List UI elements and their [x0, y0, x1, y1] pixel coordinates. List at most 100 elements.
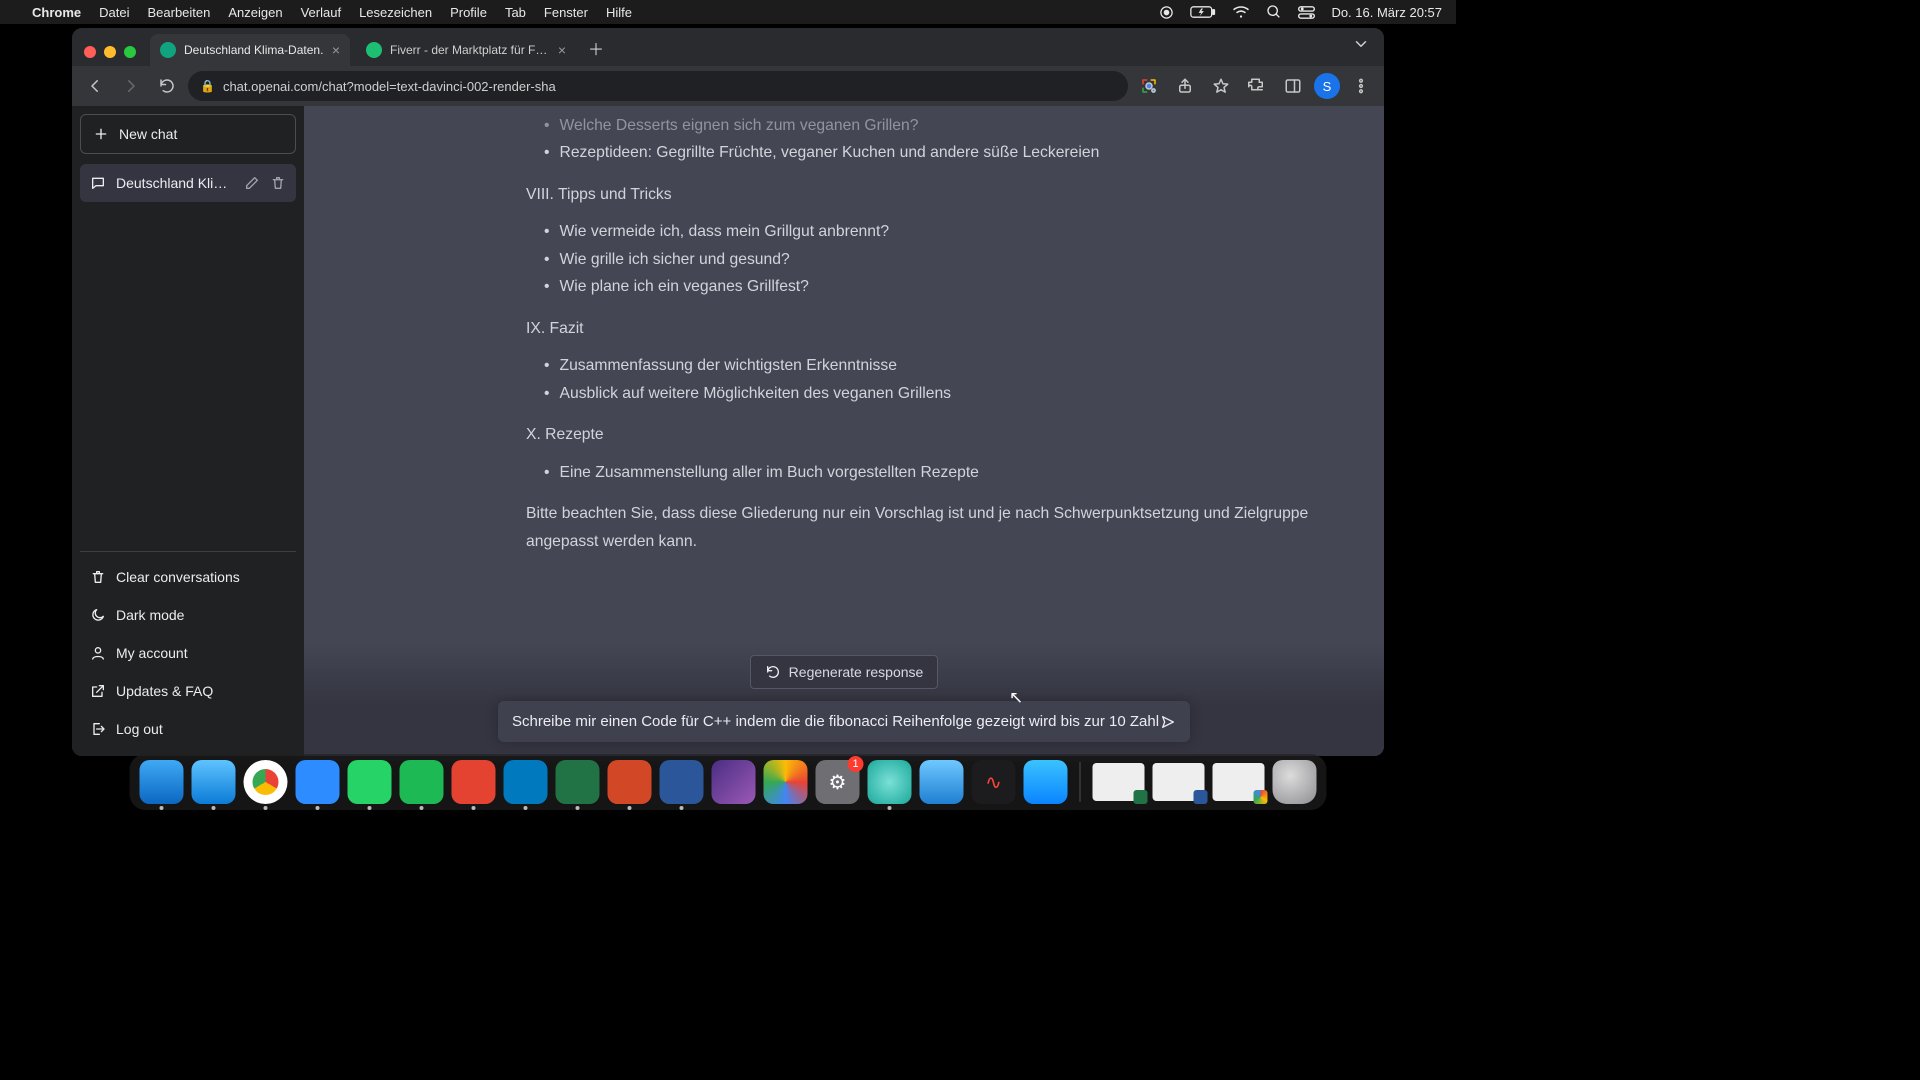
spotlight-icon[interactable]: [1266, 4, 1282, 20]
dock-trello-icon[interactable]: [504, 760, 548, 804]
menubar-item[interactable]: Verlauf: [301, 5, 341, 20]
menubar-item[interactable]: Fenster: [544, 5, 588, 20]
chat-icon: [90, 175, 106, 191]
conversation-item[interactable]: Deutschland Klima-Da: [80, 164, 296, 202]
dock-zoom-icon[interactable]: [296, 760, 340, 804]
logout-icon: [90, 721, 106, 737]
dock-excel-icon[interactable]: [556, 760, 600, 804]
close-tab-icon[interactable]: ×: [558, 42, 566, 58]
edit-icon[interactable]: [244, 175, 260, 191]
address-bar[interactable]: 🔒 chat.openai.com/chat?model=text-davinc…: [188, 71, 1128, 101]
forward-button[interactable]: [116, 71, 146, 101]
tab-strip: Deutschland Klima-Daten. × Fiverr - der …: [72, 28, 1384, 66]
dock-settings-icon[interactable]: 1⚙: [816, 760, 860, 804]
profile-avatar[interactable]: S: [1314, 73, 1340, 99]
dock-whatsapp-icon[interactable]: [348, 760, 392, 804]
dock-minimized-window[interactable]: [1093, 763, 1145, 801]
trash-icon[interactable]: [270, 175, 286, 191]
reload-button[interactable]: [152, 71, 182, 101]
fiverr-favicon-icon: [366, 42, 382, 58]
chrome-window: Deutschland Klima-Daten. × Fiverr - der …: [72, 28, 1384, 756]
menubar-item[interactable]: Tab: [505, 5, 526, 20]
dock-powerpoint-icon[interactable]: [608, 760, 652, 804]
share-button[interactable]: [1170, 71, 1200, 101]
prompt-input[interactable]: Schreibe mir einen Code für C++ indem di…: [512, 713, 1160, 730]
regenerate-label: Regenerate response: [789, 664, 924, 680]
logout-button[interactable]: Log out: [80, 710, 296, 748]
google-lens-icon[interactable]: [1134, 71, 1164, 101]
dock-chrome-icon[interactable]: [244, 760, 288, 804]
dock-spotify-icon[interactable]: [400, 760, 444, 804]
dock-imovie-icon[interactable]: [712, 760, 756, 804]
refresh-icon: [765, 664, 781, 680]
dock-badge: 1: [848, 756, 864, 772]
back-button[interactable]: [80, 71, 110, 101]
bookmark-button[interactable]: [1206, 71, 1236, 101]
menubar-item[interactable]: Anzeigen: [228, 5, 282, 20]
sidebar-link-label: Dark mode: [116, 607, 184, 623]
tab-title: Fiverr - der Marktplatz für Fre…: [390, 43, 550, 57]
menubar-app-name[interactable]: Chrome: [32, 5, 81, 20]
list-item: Ausblick auf weitere Möglichkeiten des v…: [544, 380, 1312, 407]
list-item: Wie plane ich ein veganes Grillfest?: [544, 273, 1312, 300]
sidebar-link-label: Log out: [116, 721, 163, 737]
my-account-button[interactable]: My account: [80, 634, 296, 672]
dock-google-drive-icon[interactable]: [764, 760, 808, 804]
dock-app-icon[interactable]: [868, 760, 912, 804]
menubar-item[interactable]: Datei: [99, 5, 129, 20]
dock-trash-icon[interactable]: [1273, 760, 1317, 804]
kebab-menu-button[interactable]: [1346, 71, 1376, 101]
window-maximize-button[interactable]: [124, 46, 136, 58]
section-heading: IX. Fazit: [526, 315, 1312, 342]
menubar-item[interactable]: Hilfe: [606, 5, 632, 20]
dock-word-icon[interactable]: [660, 760, 704, 804]
tab-overflow-icon[interactable]: [1352, 35, 1370, 58]
chat-main-area: Welche Desserts eignen sich zum veganen …: [304, 106, 1384, 756]
dark-mode-button[interactable]: Dark mode: [80, 596, 296, 634]
regenerate-response-button[interactable]: Regenerate response: [750, 655, 939, 689]
sidebar-link-label: Updates & FAQ: [116, 683, 213, 699]
dock-quicktime-icon[interactable]: [920, 760, 964, 804]
window-minimize-button[interactable]: [104, 46, 116, 58]
chat-input-area: Regenerate response Schreibe mir einen C…: [304, 643, 1384, 756]
new-tab-button[interactable]: ＋: [582, 34, 610, 62]
list-item: Zusammenfassung der wichtigsten Erkenntn…: [544, 352, 1312, 379]
dock-safari-icon[interactable]: [192, 760, 236, 804]
screen-record-icon[interactable]: [1159, 5, 1174, 20]
dock-minimized-window[interactable]: [1213, 763, 1265, 801]
menubar-item[interactable]: Profile: [450, 5, 487, 20]
wifi-icon[interactable]: [1232, 5, 1250, 19]
updates-faq-button[interactable]: Updates & FAQ: [80, 672, 296, 710]
side-panel-button[interactable]: [1278, 71, 1308, 101]
dock-minimized-window[interactable]: [1153, 763, 1205, 801]
prompt-input-container[interactable]: Schreibe mir einen Code für C++ indem di…: [498, 701, 1190, 742]
dock-separator: [1080, 762, 1081, 802]
clear-conversations-button[interactable]: Clear conversations: [80, 558, 296, 596]
page-content: New chat Deutschland Klima-Da Clear conv…: [72, 106, 1384, 756]
menubar-item[interactable]: Bearbeiten: [147, 5, 210, 20]
list-item: Eine Zusammenstellung aller im Buch vorg…: [544, 459, 1312, 486]
dock-appstore-icon[interactable]: [1024, 760, 1068, 804]
menubar-clock[interactable]: Do. 16. März 20:57: [1331, 5, 1442, 20]
window-close-button[interactable]: [84, 46, 96, 58]
menubar-item[interactable]: Lesezeichen: [359, 5, 432, 20]
moon-icon: [90, 607, 106, 623]
dock-todoist-icon[interactable]: [452, 760, 496, 804]
dock-finder-icon[interactable]: [140, 760, 184, 804]
dock-voice-memos-icon[interactable]: ∿: [972, 760, 1016, 804]
control-center-icon[interactable]: [1298, 6, 1315, 19]
browser-tab[interactable]: Deutschland Klima-Daten. ×: [150, 34, 350, 66]
url-text: chat.openai.com/chat?model=text-davinci-…: [223, 79, 556, 94]
lock-icon: 🔒: [200, 79, 215, 93]
list-item: Wie grille ich sicher und gesund?: [544, 246, 1312, 273]
browser-tab[interactable]: Fiverr - der Marktplatz für Fre… ×: [356, 34, 576, 66]
send-icon[interactable]: [1160, 714, 1176, 730]
battery-icon[interactable]: [1190, 5, 1216, 19]
close-tab-icon[interactable]: ×: [332, 42, 340, 58]
plus-icon: [93, 126, 109, 142]
new-chat-button[interactable]: New chat: [80, 114, 296, 154]
chatgpt-sidebar: New chat Deutschland Klima-Da Clear conv…: [72, 106, 304, 756]
openai-favicon-icon: [160, 42, 176, 58]
list-item: Rezeptideen: Gegrillte Früchte, veganer …: [544, 139, 1312, 166]
extensions-button[interactable]: [1242, 71, 1272, 101]
